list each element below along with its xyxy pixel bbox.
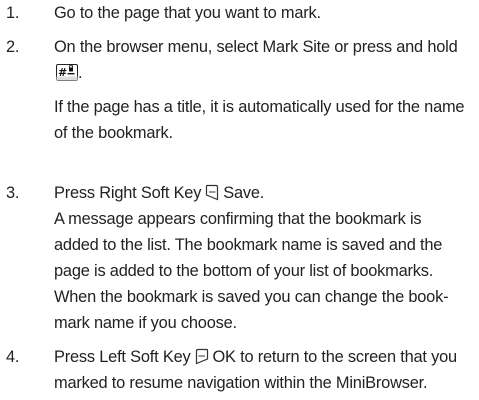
step-text: Save. xyxy=(223,184,265,202)
step-body: Go to the page that you want to mark. xyxy=(54,0,474,26)
instruction-document: 1. Go to the page that you want to mark.… xyxy=(0,0,479,400)
step-text: OK to return to the screen that you xyxy=(212,348,458,366)
step-text: On the browser menu, select Mark Site or… xyxy=(54,38,458,56)
pound-space-key-icon: # xyxy=(56,63,78,89)
step-body: On the browser menu, select Mark Site or… xyxy=(54,34,474,146)
step-text: Press Right Soft Key xyxy=(54,184,202,202)
step-key-line: # . xyxy=(54,60,474,86)
step-body: Press Right Soft Key Save. A message app… xyxy=(54,180,474,336)
step-number: 3. xyxy=(6,184,20,202)
step-text: A message appears confirming that the bo… xyxy=(54,210,422,228)
step-text: Go to the page that you want to mark. xyxy=(54,4,321,22)
step-text: When the bookmark is saved you can chang… xyxy=(54,288,449,306)
step-trailing-punct: . xyxy=(78,64,83,82)
step-note: If the page has a title, it is automatic… xyxy=(54,98,465,116)
step-text: marked to resume navigation within the M… xyxy=(54,374,428,392)
step-note: of the bookmark. xyxy=(54,124,173,142)
svg-text:#: # xyxy=(58,66,67,79)
step-number: 1. xyxy=(6,4,20,22)
step-body: Press Left Soft Key OK to return to the … xyxy=(54,344,474,396)
step-heading-line: Press Right Soft Key Save. xyxy=(54,180,474,206)
step-text: Press Left Soft Key xyxy=(54,348,191,366)
step-text: added to the list. The bookmark name is … xyxy=(54,236,443,254)
step-text: page is added to the bottom of your list… xyxy=(54,262,434,280)
step-text: mark name if you choose. xyxy=(54,314,237,332)
step-heading-line: Press Left Soft Key OK to return to the … xyxy=(54,344,474,370)
step-number: 4. xyxy=(6,348,20,366)
step-number: 2. xyxy=(6,38,20,56)
